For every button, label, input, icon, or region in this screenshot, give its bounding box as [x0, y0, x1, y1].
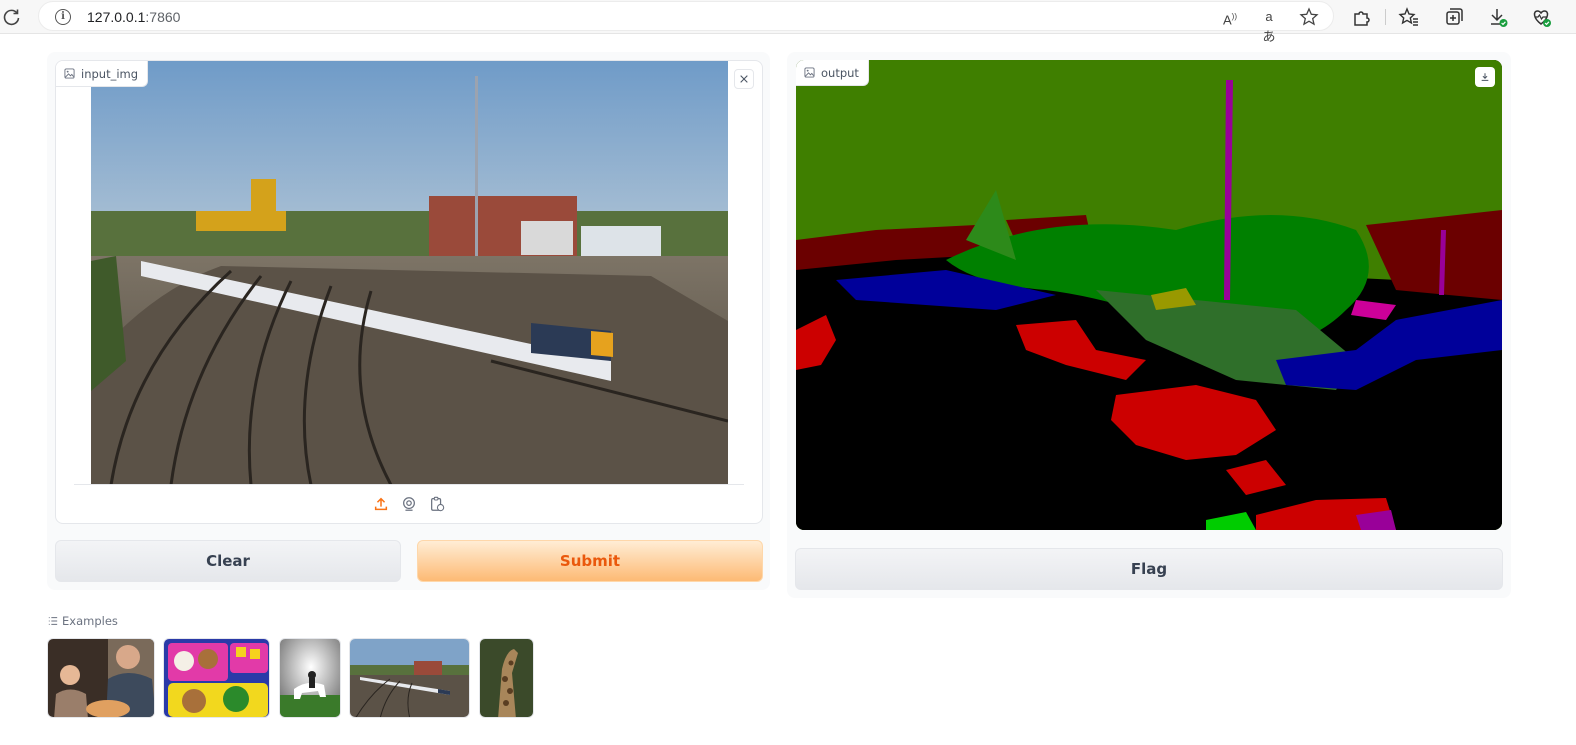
clear-image-button[interactable]	[734, 69, 754, 89]
input-label-chip: input_img	[56, 61, 149, 87]
example-image	[164, 639, 269, 717]
output-label-chip: output	[796, 60, 869, 86]
input-panel: input_img Clear Submit	[47, 52, 770, 590]
examples-header: Examples	[48, 614, 118, 628]
example-thumb-family-dinner[interactable]	[47, 638, 155, 718]
clipboard-icon	[431, 496, 445, 512]
download-icon	[1481, 73, 1489, 81]
favorites-icon[interactable]	[1398, 6, 1420, 28]
toolbar-divider	[1385, 9, 1386, 25]
webcam-source-button[interactable]	[400, 495, 418, 513]
input-label: input_img	[81, 66, 139, 81]
browser-toolbar: i 127.0.0.1:7860 A)) aあ	[0, 0, 1576, 44]
clipboard-source-button[interactable]	[428, 495, 446, 513]
browser-essentials-icon[interactable]	[1530, 6, 1552, 28]
source-divider	[74, 484, 744, 485]
example-thumb-bento-box[interactable]	[163, 638, 270, 718]
translate-icon[interactable]: aあ	[1259, 7, 1279, 44]
extensions-icon[interactable]	[1350, 6, 1372, 28]
list-icon	[48, 617, 58, 625]
reload-icon[interactable]	[2, 7, 22, 27]
output-image-block: output	[796, 60, 1502, 530]
example-thumb-train-yard[interactable]	[349, 638, 470, 718]
input-image-block[interactable]: input_img	[55, 60, 763, 524]
source-selector	[56, 495, 762, 517]
submit-button[interactable]: Submit	[417, 540, 763, 582]
segmentation-output-image	[796, 60, 1502, 530]
image-icon	[64, 68, 75, 79]
example-image	[48, 639, 154, 717]
input-photo	[91, 61, 728, 485]
url-text[interactable]: 127.0.0.1:7860	[87, 9, 180, 25]
example-thumb-horse-rider[interactable]	[279, 638, 341, 718]
close-icon	[740, 75, 748, 83]
read-aloud-icon[interactable]: A))	[1220, 7, 1240, 27]
downloads-icon[interactable]	[1487, 6, 1509, 28]
example-image	[480, 639, 533, 717]
examples-label: Examples	[62, 614, 118, 628]
example-image	[350, 639, 469, 717]
upload-source-button[interactable]	[372, 495, 390, 513]
favorite-star-icon[interactable]	[1299, 7, 1319, 27]
download-button[interactable]	[1475, 67, 1495, 87]
address-bar[interactable]: i 127.0.0.1:7860 A)) aあ	[38, 1, 1334, 44]
clear-button[interactable]: Clear	[55, 540, 401, 582]
output-label: output	[821, 65, 859, 80]
webcam-icon	[403, 497, 415, 511]
site-info-icon[interactable]: i	[55, 9, 71, 25]
image-icon	[804, 67, 815, 78]
example-image	[280, 639, 340, 717]
output-panel: output Flag	[787, 52, 1511, 598]
upload-icon	[374, 497, 388, 511]
flag-button[interactable]: Flag	[795, 548, 1503, 590]
example-thumb-giraffe[interactable]	[479, 638, 534, 718]
collections-icon[interactable]	[1443, 6, 1465, 28]
